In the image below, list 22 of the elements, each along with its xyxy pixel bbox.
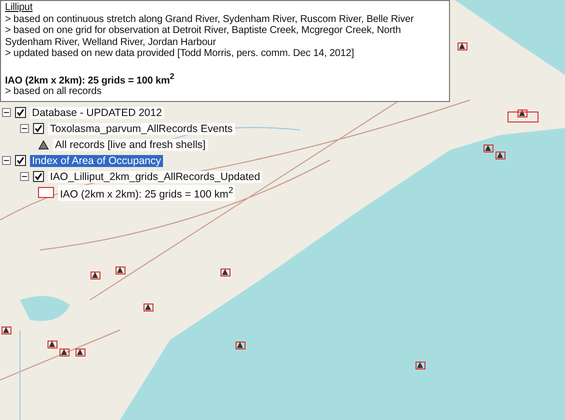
triangle-icon	[38, 140, 49, 150]
note-line: > based on all records	[5, 86, 102, 98]
checkbox[interactable]	[33, 123, 44, 134]
legend-label: IAO (2km x 2km): 25 grids = 100 km$^{2}$	[58, 185, 236, 201]
checkbox[interactable]	[15, 155, 26, 166]
collapse-icon[interactable]	[2, 156, 11, 166]
collapse-icon[interactable]	[20, 124, 29, 134]
layer-name[interactable]: Toxolasma_parvum_AllRecords Events	[48, 122, 235, 135]
legend-label: All records [live and fresh shells]	[53, 138, 208, 151]
note-line: > based on continuous stretch along Grand River, Sydenham River, Ruscom River, Belle River	[5, 14, 415, 25]
square-symbol-icon	[38, 187, 54, 198]
note-title: Lilliput	[5, 2, 34, 14]
collapse-icon[interactable]	[20, 172, 29, 182]
note-line: > based on one grid for observation at Detroit River, Baptiste Creek, Mcgregor Creek, North Sydenham River, Welland River, Jordan Harbour	[5, 25, 402, 48]
checkbox[interactable]	[33, 171, 44, 182]
checkbox[interactable]	[15, 107, 26, 118]
note-heading: IAO (2km x 2km): 25 grids = 100 km$^{2}$	[5, 70, 176, 86]
collapse-icon[interactable]	[2, 108, 11, 118]
layer-name[interactable]: IAO_Lilliput_2km_grids_AllRecords_Updated	[48, 170, 262, 183]
layer-name[interactable]: Database - UPDATED 2012	[30, 106, 164, 119]
layer-name[interactable]: Index of Area of Occupancy	[30, 154, 163, 167]
note-line: > updated based on new data provided [Todd Morris, pers. comm. Dec 14, 2012]	[5, 48, 355, 60]
